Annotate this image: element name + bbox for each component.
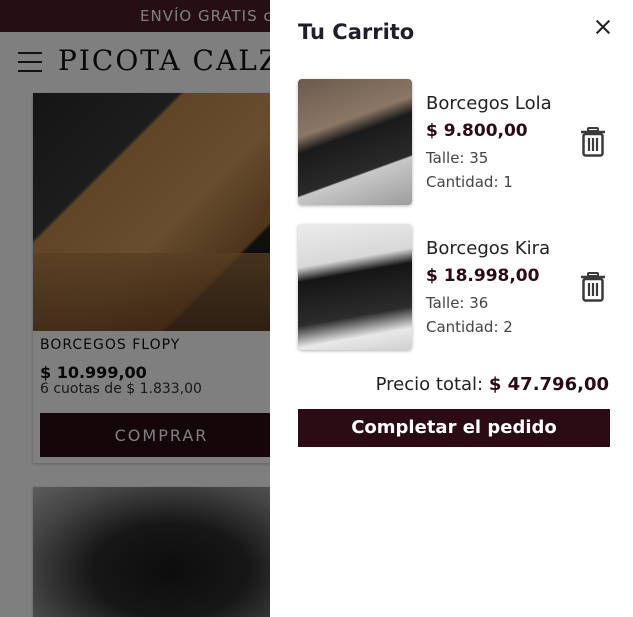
cart-item-price: $ 18.998,00 bbox=[426, 266, 540, 286]
cart-item-image bbox=[298, 224, 412, 350]
checkout-button[interactable]: Completar el pedido bbox=[298, 409, 610, 447]
total-label: Precio total: bbox=[375, 374, 484, 395]
cart-item-quantity: Cantidad: 2 bbox=[426, 318, 513, 336]
cart-item-size: Talle: 36 bbox=[426, 294, 489, 312]
cart-drawer: Tu Carrito Borcegos Lola $ 9.800,00 Tall… bbox=[270, 0, 633, 617]
cart-item-image bbox=[298, 79, 412, 205]
trash-icon[interactable] bbox=[580, 127, 606, 157]
cart-item-quantity: Cantidad: 1 bbox=[426, 173, 513, 191]
cart-total: Precio total: $ 47.796,00 bbox=[376, 374, 609, 395]
cart-item-price: $ 9.800,00 bbox=[426, 121, 528, 141]
cart-item-name: Borcegos Lola bbox=[426, 93, 552, 114]
close-icon[interactable] bbox=[592, 16, 614, 38]
cart-item-name: Borcegos Kira bbox=[426, 238, 551, 259]
cart-item: Borcegos Lola $ 9.800,00 Talle: 35 Canti… bbox=[298, 79, 610, 207]
cart-item-size: Talle: 35 bbox=[426, 149, 489, 167]
cart-item: Borcegos Kira $ 18.998,00 Talle: 36 Cant… bbox=[298, 224, 610, 352]
total-value: $ 47.796,00 bbox=[488, 374, 609, 395]
trash-icon[interactable] bbox=[580, 272, 606, 302]
cart-title: Tu Carrito bbox=[298, 20, 415, 44]
